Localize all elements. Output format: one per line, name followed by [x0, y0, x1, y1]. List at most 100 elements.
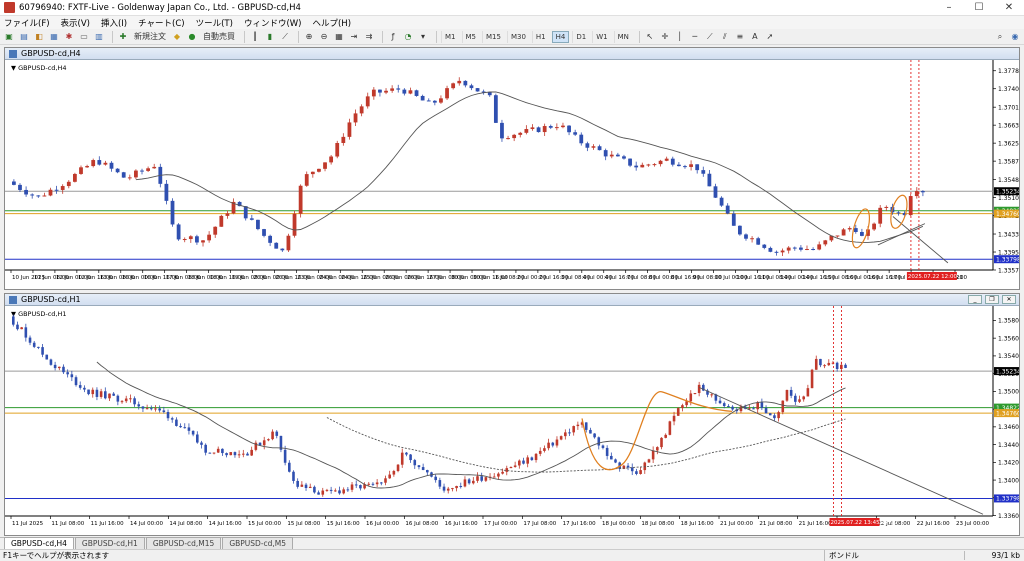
fibonacci-icon[interactable]: ≡: [734, 31, 746, 43]
candle: [60, 186, 65, 190]
new-order-button[interactable]: 新規注文: [132, 31, 168, 43]
candle: [773, 415, 776, 419]
chart-shift-icon[interactable]: ⇥: [348, 31, 360, 43]
candle: [660, 437, 663, 448]
price-tag-blue: 1.33798: [996, 257, 1019, 264]
candle: [390, 88, 395, 91]
chart-window-h1[interactable]: GBPUSD-cd,H1 _ ❐ ✕ ▼ GBPUSD-cd,H1 1.35805…: [4, 293, 1020, 536]
candle: [378, 89, 382, 93]
periods-icon[interactable]: ◔: [402, 31, 414, 43]
candle: [271, 431, 274, 440]
candle: [12, 181, 16, 185]
candle: [49, 359, 53, 365]
menu-tools[interactable]: ツール(T): [196, 17, 233, 29]
crosshair-icon[interactable]: ✛: [659, 31, 671, 43]
y-tick-label: 1.34205: [998, 460, 1019, 467]
tab-gbpusd-m15[interactable]: GBPUSD-cd,M15: [145, 537, 222, 549]
candle: [542, 126, 547, 133]
candle: [183, 427, 187, 429]
candle: [36, 195, 41, 197]
auto-trade-icon[interactable]: ●: [186, 31, 198, 43]
candle: [459, 485, 463, 487]
candle: [750, 238, 754, 240]
new-chart-icon[interactable]: ▣: [3, 31, 15, 43]
candle: [689, 393, 693, 402]
restore-icon[interactable]: ❐: [985, 295, 999, 304]
candle: [12, 316, 15, 325]
navigator-icon[interactable]: ✱: [63, 31, 75, 43]
candle: [325, 489, 329, 491]
candlestick-icon[interactable]: ▮: [264, 31, 276, 43]
tab-gbpusd-h1[interactable]: GBPUSD-cd,H1: [74, 537, 145, 549]
auto-trade-button[interactable]: 自動売買: [201, 31, 237, 43]
candle: [267, 439, 270, 441]
timeframe-h4[interactable]: H4: [551, 30, 570, 43]
candle: [187, 427, 191, 431]
x-tick-label: 22 Jul 16:00: [917, 521, 950, 527]
tester-icon[interactable]: ▥: [93, 31, 105, 43]
menu-help[interactable]: ヘルプ(H): [312, 17, 351, 29]
candle: [609, 154, 614, 157]
community-icon[interactable]: ◉: [1009, 31, 1021, 43]
bar-chart-icon[interactable]: ┃: [249, 31, 261, 43]
channel-icon[interactable]: ⫽: [719, 31, 731, 43]
maximize-icon[interactable]: ☐: [964, 0, 994, 16]
chart-canvas-h1[interactable]: ▼ GBPUSD-cd,H1 1.35805 1.35605 1.35405 1.352…: [5, 306, 1019, 535]
close-icon[interactable]: ✕: [1002, 295, 1016, 304]
terminal-icon[interactable]: ▭: [78, 31, 90, 43]
zoom-out-icon[interactable]: ⊖: [318, 31, 330, 43]
timeframe-mn[interactable]: MN: [613, 30, 632, 43]
candle: [420, 95, 425, 101]
vertical-line-icon[interactable]: │: [674, 31, 686, 43]
timeframe-m1[interactable]: M1: [441, 30, 459, 43]
tab-gbpusd-h4[interactable]: GBPUSD-cd,H4: [4, 537, 74, 549]
timeframe-h1[interactable]: H1: [531, 30, 549, 43]
menu-chart[interactable]: チャート(C): [138, 17, 184, 29]
minimize-icon[interactable]: _: [968, 295, 982, 304]
templates-icon[interactable]: ▾: [417, 31, 429, 43]
candle: [786, 247, 791, 251]
text-icon[interactable]: A: [749, 31, 761, 43]
profiles-icon[interactable]: ▤: [18, 31, 30, 43]
y-tick-label: 1.36630: [998, 122, 1019, 129]
chart-background: [5, 306, 1019, 535]
metaeditor-icon[interactable]: ◆: [171, 31, 183, 43]
menu-view[interactable]: 表示(V): [61, 17, 90, 29]
timeframe-w1[interactable]: W1: [592, 30, 610, 43]
search-icon[interactable]: ⌕: [994, 31, 1006, 43]
chart-window-title-bar: GBPUSD-cd,H4: [5, 48, 1019, 60]
menu-file[interactable]: ファイル(F): [4, 17, 50, 29]
tile-windows-icon[interactable]: ▦: [333, 31, 345, 43]
auto-scroll-icon[interactable]: ⇉: [363, 31, 375, 43]
arrow-icon[interactable]: ➚: [764, 31, 776, 43]
timeframe-m30[interactable]: M30: [506, 30, 529, 43]
new-order-icon[interactable]: ✚: [117, 31, 129, 43]
close-icon[interactable]: ✕: [994, 0, 1024, 16]
candle: [701, 170, 706, 174]
candle: [597, 146, 602, 151]
indicators-icon[interactable]: ƒ: [387, 31, 399, 43]
chart-canvas-h4[interactable]: ▼ GBPUSD-cd,H4 1.37780 1.37400 1.37010 1.366…: [5, 60, 1019, 289]
menu-window[interactable]: ウィンドウ(W): [244, 17, 302, 29]
tab-gbpusd-m5[interactable]: GBPUSD-cd,M5: [222, 537, 294, 549]
market-watch-icon[interactable]: ◧: [33, 31, 45, 43]
timeframe-m5[interactable]: M5: [461, 30, 480, 43]
x-tick-label: 23 Jul 00:00: [956, 521, 989, 527]
candle: [405, 452, 408, 455]
candle: [752, 408, 755, 410]
horizontal-line-icon[interactable]: ─: [689, 31, 701, 43]
candle: [384, 90, 388, 93]
x-tick-label: 15 Jul 08:00: [287, 521, 320, 527]
minimize-icon[interactable]: –: [934, 0, 964, 16]
data-window-icon[interactable]: ▦: [48, 31, 60, 43]
chart-window-h4[interactable]: GBPUSD-cd,H4 ▼ GBPUSD-cd,H4 1.37780 1.3740…: [4, 47, 1020, 290]
timeframe-m15[interactable]: M15: [482, 30, 504, 43]
menu-insert[interactable]: 挿入(I): [101, 17, 127, 29]
trendline-icon[interactable]: ⟋: [704, 31, 716, 43]
candle: [354, 484, 358, 486]
line-chart-icon[interactable]: ⟋: [279, 31, 291, 43]
zoom-in-icon[interactable]: ⊕: [303, 31, 315, 43]
cursor-icon[interactable]: ↖: [644, 31, 656, 43]
timeframe-d1[interactable]: D1: [572, 30, 589, 43]
x-tick-label: 15 Jul 16:00: [327, 521, 360, 527]
